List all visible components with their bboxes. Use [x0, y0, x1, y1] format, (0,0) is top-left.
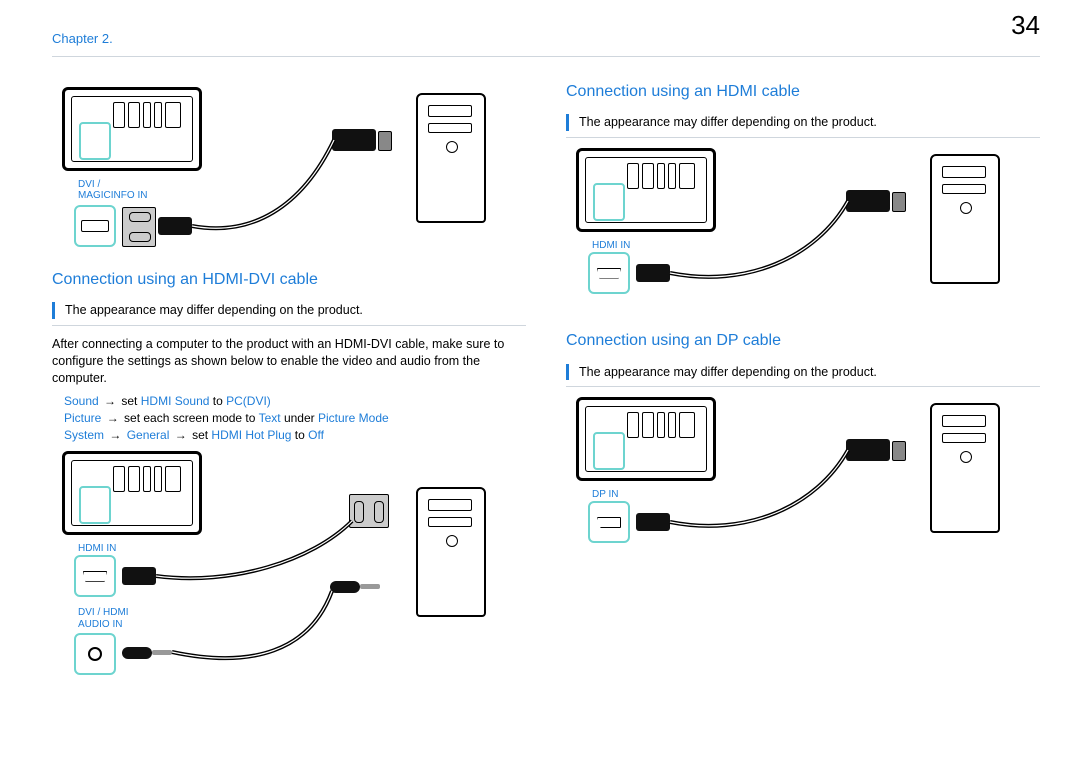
note-bar: The appearance may differ depending on t… — [566, 110, 1040, 138]
right-column: Connection using an HDMI cable The appea… — [566, 81, 1040, 698]
diagram-hdmi: HDMI IN — [566, 148, 1040, 318]
note-accent-icon — [566, 114, 569, 131]
note-text: The appearance may differ depending on t… — [65, 302, 363, 319]
cable-icon — [566, 397, 1040, 567]
note-accent-icon — [566, 364, 569, 381]
cable-icon — [52, 87, 526, 257]
note-accent-icon — [52, 302, 55, 319]
section-title-hdmi-dvi: Connection using an HDMI-DVI cable — [52, 269, 526, 291]
section-title-hdmi: Connection using an HDMI cable — [566, 81, 1040, 103]
note-text: The appearance may differ depending on t… — [579, 114, 877, 131]
chapter-label: Chapter 2. — [52, 30, 1040, 48]
section-title-dp: Connection using an DP cable — [566, 330, 1040, 352]
diagram-hdmi-dvi-audio: HDMI IN DVI / HDMI AUDIO IN — [52, 451, 526, 691]
note-text: The appearance may differ depending on t… — [579, 364, 877, 381]
manual-page: 34 Chapter 2. DVI / MAGICINFO I — [0, 0, 1080, 763]
note-bar: The appearance may differ depending on t… — [566, 360, 1040, 388]
body-paragraph: After connecting a computer to the produ… — [52, 336, 526, 387]
cable-icon — [566, 148, 1040, 318]
two-column-layout: DVI / MAGICINFO IN Connection using an H… — [52, 81, 1040, 698]
diagram-dvi-magicinfo: DVI / MAGICINFO IN — [52, 87, 526, 257]
cable-icon — [52, 451, 526, 691]
menu-path-picture: Picture → set each screen mode to Text u… — [64, 410, 526, 426]
menu-path-sound: Sound → set HDMI Sound to PC(DVI) — [64, 393, 526, 409]
diagram-dp: DP IN — [566, 397, 1040, 567]
menu-path-system: System → General → set HDMI Hot Plug to … — [64, 427, 526, 443]
top-rule — [52, 56, 1040, 57]
page-number: 34 — [1011, 8, 1040, 43]
left-column: DVI / MAGICINFO IN Connection using an H… — [52, 81, 526, 698]
note-bar: The appearance may differ depending on t… — [52, 298, 526, 326]
